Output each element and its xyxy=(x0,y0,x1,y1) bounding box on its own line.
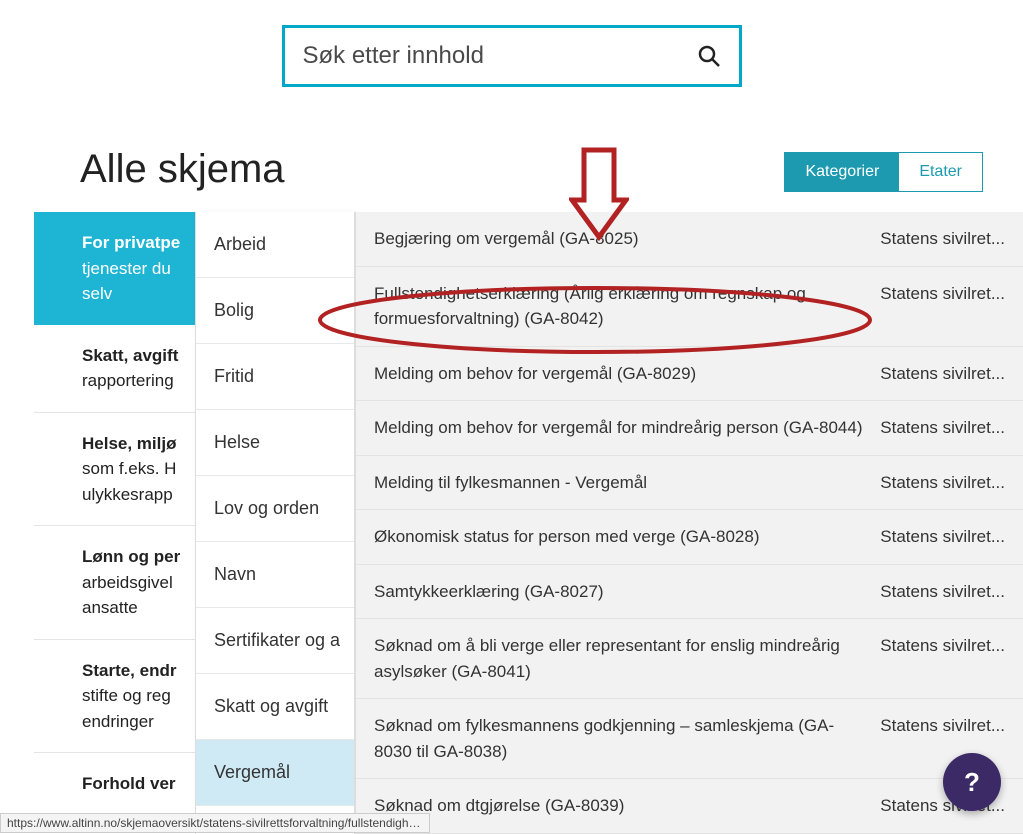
status-bar-url: https://www.altinn.no/skjemaoversikt/sta… xyxy=(0,813,430,833)
secondary-menu-item[interactable]: Navn xyxy=(196,542,354,608)
secondary-menu: Arbeid Bolig Fritid Helse Lov og orden N… xyxy=(195,212,355,834)
secondary-menu-item[interactable]: Lov og orden xyxy=(196,476,354,542)
tab-categories[interactable]: Kategorier xyxy=(785,153,899,191)
secondary-menu-item[interactable]: Fritid xyxy=(196,344,354,410)
result-title: Melding om behov for vergemål for mindre… xyxy=(374,415,866,441)
result-title: Melding om behov for vergemål (GA-8029) xyxy=(374,361,866,387)
primary-menu-item[interactable]: Skatt, avgift rapportering xyxy=(34,325,195,413)
result-row[interactable]: Søknad om dtgjørelse (GA-8039) Statens s… xyxy=(356,779,1023,834)
result-agency: Statens sivilret... xyxy=(880,713,1005,739)
result-agency: Statens sivilret... xyxy=(880,524,1005,550)
primary-menu-item[interactable]: Helse, miljø som f.eks. H ulykkesrapp xyxy=(34,413,195,527)
result-agency: Statens sivilret... xyxy=(880,633,1005,659)
search-input[interactable] xyxy=(303,42,697,70)
result-agency: Statens sivilret... xyxy=(880,415,1005,441)
result-title: Fullstendighetserklæring (Årlig erklærin… xyxy=(374,281,866,332)
page-title: Alle skjema xyxy=(80,147,285,192)
primary-menu-item[interactable]: Starte, endr stifte og reg endringer xyxy=(34,640,195,754)
result-row[interactable]: Melding til fylkesmannen - Vergemål Stat… xyxy=(356,456,1023,511)
result-title: Melding til fylkesmannen - Vergemål xyxy=(374,470,866,496)
result-row[interactable]: Begjæring om vergemål (GA-8025) Statens … xyxy=(356,212,1023,267)
result-row[interactable]: Økonomisk status for person med verge (G… xyxy=(356,510,1023,565)
search-box[interactable] xyxy=(282,25,742,87)
results-panel: Begjæring om vergemål (GA-8025) Statens … xyxy=(355,212,1023,834)
primary-menu-item[interactable]: Forhold ver xyxy=(34,753,195,816)
secondary-menu-item[interactable]: Bolig xyxy=(196,278,354,344)
result-row[interactable]: Melding om behov for vergemål (GA-8029) … xyxy=(356,347,1023,402)
result-agency: Statens sivilret... xyxy=(880,361,1005,387)
tab-agencies[interactable]: Etater xyxy=(899,153,982,191)
secondary-menu-item[interactable]: Helse xyxy=(196,410,354,476)
primary-menu-item[interactable]: For privatpe tjenester du selv xyxy=(34,212,195,325)
result-title: Søknad om å bli verge eller representant… xyxy=(374,633,866,684)
search-icon[interactable] xyxy=(697,44,721,68)
result-title: Søknad om dtgjørelse (GA-8039) xyxy=(374,793,866,819)
result-title: Økonomisk status for person med verge (G… xyxy=(374,524,866,550)
secondary-menu-item[interactable]: Skatt og avgift xyxy=(196,674,354,740)
result-title: Begjæring om vergemål (GA-8025) xyxy=(374,226,866,252)
help-button[interactable]: ? xyxy=(943,753,1001,811)
primary-menu-item[interactable]: Lønn og per arbeidsgivel ansatte xyxy=(34,526,195,640)
result-row[interactable]: Søknad om fylkesmannens godkjenning – sa… xyxy=(356,699,1023,779)
secondary-menu-item[interactable]: Sertifikater og a xyxy=(196,608,354,674)
result-agency: Statens sivilret... xyxy=(880,281,1005,307)
result-agency: Statens sivilret... xyxy=(880,226,1005,252)
secondary-menu-item[interactable]: Arbeid xyxy=(196,212,354,278)
result-title: Samtykkeerklæring (GA-8027) xyxy=(374,579,866,605)
result-title: Søknad om fylkesmannens godkjenning – sa… xyxy=(374,713,866,764)
view-tabs: Kategorier Etater xyxy=(784,152,983,192)
result-agency: Statens sivilret... xyxy=(880,470,1005,496)
result-row[interactable]: Fullstendighetserklæring (Årlig erklærin… xyxy=(356,267,1023,347)
secondary-menu-item[interactable]: Vergemål xyxy=(196,740,354,806)
primary-menu: For privatpe tjenester du selv Skatt, av… xyxy=(0,212,195,834)
result-row[interactable]: Samtykkeerklæring (GA-8027) Statens sivi… xyxy=(356,565,1023,620)
result-row[interactable]: Melding om behov for vergemål for mindre… xyxy=(356,401,1023,456)
result-agency: Statens sivilret... xyxy=(880,579,1005,605)
result-row[interactable]: Søknad om å bli verge eller representant… xyxy=(356,619,1023,699)
